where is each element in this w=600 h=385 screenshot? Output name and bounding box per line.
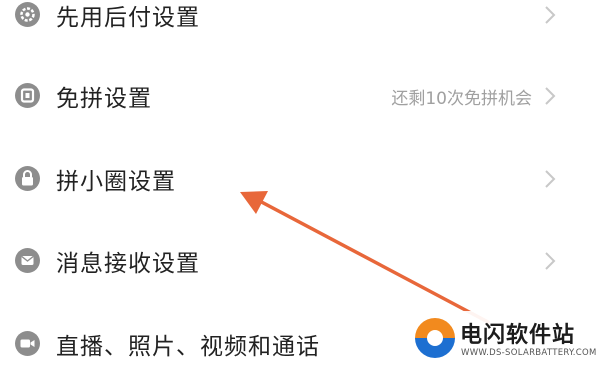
lock-icon bbox=[15, 166, 40, 191]
settings-row-label: 先用后付设置 bbox=[56, 5, 200, 31]
gear-icon bbox=[15, 2, 40, 27]
watermark-title: 电闪软件站 bbox=[460, 323, 576, 348]
settings-row-pin-circle[interactable]: 拼小圈设置 bbox=[0, 138, 600, 220]
message-icon bbox=[15, 248, 40, 273]
chevron-right-icon bbox=[540, 83, 560, 109]
chevron-right-icon bbox=[540, 248, 560, 274]
settings-row-label: 免拼设置 bbox=[56, 86, 152, 112]
watermark: 电闪软件站 WWW.DS-SOLARBATTERY.COM bbox=[404, 311, 600, 367]
settings-row-pay-later[interactable]: 先用后付设置 bbox=[0, 0, 600, 56]
settings-row-group-free[interactable]: 免拼设置 还剩10次免拼机会 bbox=[0, 55, 600, 137]
coupon-icon bbox=[15, 83, 40, 108]
settings-row-label: 消息接收设置 bbox=[56, 251, 200, 277]
settings-row-message-receive[interactable]: 消息接收设置 bbox=[0, 220, 600, 302]
camera-icon bbox=[15, 331, 40, 356]
chevron-right-icon bbox=[540, 2, 560, 28]
settings-row-label: 拼小圈设置 bbox=[56, 169, 176, 195]
remaining-count-text: 还剩10次免拼机会 bbox=[391, 88, 532, 109]
watermark-logo-icon bbox=[415, 318, 455, 358]
watermark-url: WWW.DS-SOLARBATTERY.COM bbox=[461, 348, 597, 358]
chevron-right-icon bbox=[540, 166, 560, 192]
settings-row-label: 直播、照片、视频和通话 bbox=[56, 334, 320, 360]
